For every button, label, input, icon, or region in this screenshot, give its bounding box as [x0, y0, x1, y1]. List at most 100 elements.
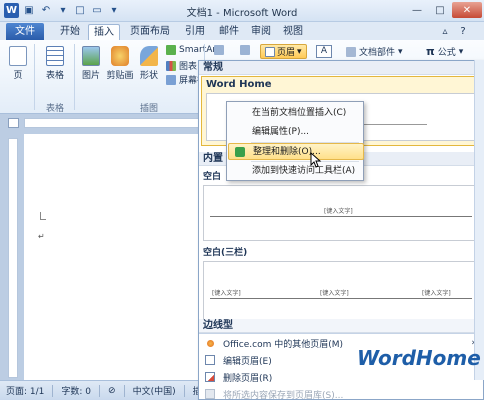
equation-button[interactable]: π 公式 ▾ — [426, 45, 463, 58]
template-placeholder: [键入文字] — [212, 290, 241, 297]
table-button-label: 表格 — [45, 71, 64, 81]
page-button[interactable]: 页 — [6, 46, 30, 81]
chevron-down-icon: ▾ — [297, 46, 302, 57]
menu-label: Office.com 中的其他页眉(M) — [223, 339, 344, 350]
tab-review[interactable]: 审阅 — [246, 24, 276, 40]
ctx-insert-at-position[interactable]: 在当前文档位置插入(C) — [228, 105, 364, 122]
proofing-icon[interactable]: ⊘ — [108, 386, 116, 396]
template-placeholder: [键入文字] — [320, 290, 349, 297]
template-placeholder: [键入文字] — [324, 208, 353, 215]
vertical-ruler[interactable] — [8, 138, 18, 378]
page-button-label: 页 — [13, 71, 23, 81]
ctx-edit-properties[interactable]: 编辑属性(P)... — [228, 124, 364, 141]
textbox-icon: A — [316, 45, 332, 58]
tab-selector-button[interactable] — [8, 118, 19, 128]
menu-label: 编辑页眉(E) — [223, 356, 272, 367]
gallery-item-blank[interactable]: [键入文字] — [203, 185, 479, 241]
tab-mailings[interactable]: 邮件 — [214, 24, 244, 40]
menu-label: 将所选内容保存到页眉库(S)... — [223, 390, 344, 400]
horizontal-ruler[interactable] — [24, 118, 204, 128]
menu-remove-header[interactable]: 删除页眉(R) — [199, 369, 483, 385]
header-icon — [265, 46, 275, 57]
title-bar: W ▣ ↶ ▾ □ ▭ ▾ 文档1 - Microsoft Word — □ ✕ — [0, 0, 484, 22]
status-separator — [123, 384, 125, 397]
close-button[interactable]: ✕ — [452, 2, 482, 18]
chart-button[interactable]: 图表 — [166, 59, 197, 72]
pi-icon: π — [426, 45, 435, 58]
bookmark-icon — [240, 45, 250, 55]
picture-button-label: 图片 — [81, 71, 100, 81]
picture-button[interactable]: 图片 — [80, 46, 102, 81]
margin-corner-mark — [40, 212, 46, 220]
window-controls: — □ ✕ — [406, 2, 482, 18]
smartart-button[interactable]: SmartArt — [166, 45, 220, 55]
status-words[interactable]: 字数: 0 — [61, 384, 91, 397]
table-icon — [46, 46, 64, 66]
chart-icon — [166, 60, 176, 71]
office-icon — [207, 340, 214, 347]
clipart-button-label: 剪贴画 — [106, 71, 134, 81]
docparts-button[interactable]: 文档部件 ▾ — [346, 45, 403, 58]
group-separator — [74, 44, 75, 110]
menu-separator — [199, 333, 483, 334]
shapes-button[interactable]: 形状 — [138, 46, 160, 81]
chevron-down-icon: ▾ — [458, 46, 464, 57]
ctx-organize-delete[interactable]: 整理和删除(O)... — [228, 143, 364, 160]
header-button[interactable]: 页眉 ▾ — [260, 44, 307, 59]
gallery-section-general: 常规 — [199, 61, 483, 75]
menu-label: 删除页眉(R) — [223, 373, 273, 384]
remove-header-icon — [205, 372, 215, 382]
minimize-button[interactable]: — — [406, 2, 428, 18]
page-icon — [9, 46, 27, 66]
mouse-pointer-icon — [310, 152, 322, 168]
tab-page-layout[interactable]: 页面布局 — [124, 24, 176, 40]
wordhome-watermark: WordHome — [357, 346, 481, 370]
hyperlink-icon — [214, 45, 224, 55]
edit-header-icon — [205, 355, 215, 365]
hyperlink-button[interactable] — [214, 45, 224, 55]
gallery-section-border: 边线型 — [199, 319, 483, 333]
group-label-illustrations: 插图 — [140, 104, 159, 114]
menu-save-to-gallery: 将所选内容保存到页眉库(S)... — [199, 386, 483, 400]
ribbon-tabs: 文件 开始 插入 页面布局 引用 邮件 审阅 视图 ▵ ? — [0, 22, 484, 40]
equation-button-label: 公式 — [437, 48, 456, 58]
group-separator — [34, 44, 35, 110]
maximize-button[interactable]: □ — [429, 2, 451, 18]
docparts-icon — [346, 46, 356, 57]
tab-insert[interactable]: 插入 — [88, 24, 120, 40]
document-page[interactable] — [24, 134, 214, 380]
clipart-icon — [111, 46, 129, 66]
tab-home[interactable]: 开始 — [54, 24, 86, 40]
header-button-label: 页眉 — [277, 48, 296, 58]
status-separator — [99, 384, 101, 397]
paragraph-mark: ↵ — [38, 232, 45, 241]
tab-file[interactable]: 文件 — [6, 23, 44, 40]
header-rule-line — [210, 298, 472, 299]
tab-references[interactable]: 引用 — [180, 24, 210, 40]
docparts-button-label: 文档部件 — [359, 48, 396, 58]
chart-button-label: 图表 — [179, 62, 198, 72]
shapes-button-label: 形状 — [139, 71, 158, 81]
gallery-item-label: Word Home — [206, 79, 272, 90]
clipart-button[interactable]: 剪贴画 — [106, 46, 134, 81]
shapes-icon — [140, 46, 158, 66]
table-button[interactable]: 表格 — [42, 46, 68, 81]
gallery-scrollbar[interactable] — [474, 60, 484, 380]
collapse-ribbon-icon[interactable]: ▵ — [438, 24, 452, 40]
status-language[interactable]: 中文(中国) — [133, 384, 176, 397]
help-icon[interactable]: ? — [456, 24, 470, 40]
tab-view[interactable]: 视图 — [278, 24, 308, 40]
status-separator — [52, 384, 54, 397]
organize-icon — [235, 147, 245, 157]
header-rule-line — [210, 216, 472, 217]
bookmark-button[interactable] — [240, 45, 250, 55]
save-to-gallery-icon — [205, 389, 215, 399]
chevron-down-icon: ▾ — [398, 46, 403, 57]
status-page[interactable]: 页面: 1/1 — [6, 384, 44, 397]
menu-separator — [251, 161, 359, 162]
textbox-button[interactable]: A — [316, 45, 332, 58]
screenshot-icon — [166, 74, 176, 85]
gallery-item-blank-three-column[interactable]: [键入文字] [键入文字] [键入文字] — [203, 261, 479, 321]
blank3-template-label: 空白(三栏) — [203, 248, 248, 258]
ctx-add-to-qat[interactable]: 添加到快速访问工具栏(A) — [228, 163, 364, 180]
